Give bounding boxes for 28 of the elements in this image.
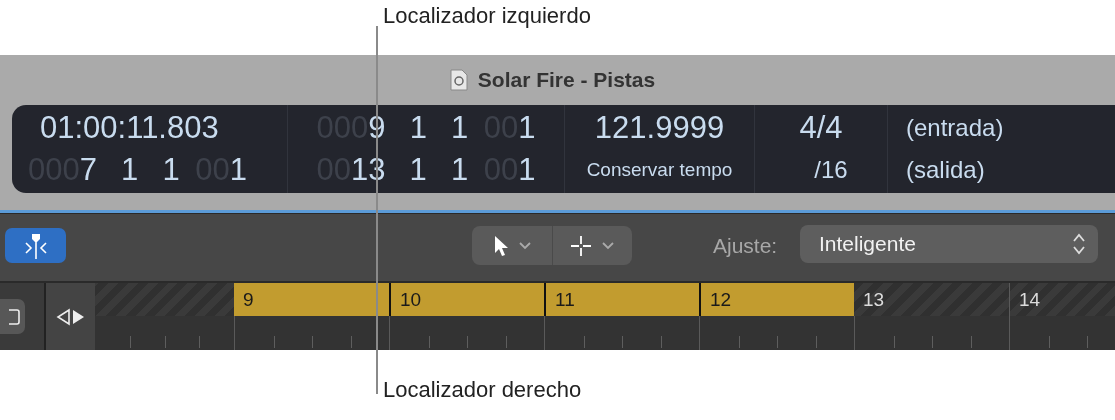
- division-readout: /16: [813, 155, 848, 185]
- input-label: (entrada): [906, 113, 1004, 143]
- window-button[interactable]: [0, 299, 25, 334]
- bar-number: 14: [1019, 288, 1041, 311]
- crosshair-icon: [570, 234, 593, 257]
- snap-select[interactable]: Inteligente: [800, 225, 1098, 263]
- output-label: (salida): [906, 155, 985, 185]
- window-icon: [9, 308, 21, 325]
- callout-label: Localizador izquierdo: [383, 3, 591, 28]
- time-readout: 01:00:11.803: [39, 109, 219, 147]
- tempo-readout: 121.9999: [594, 109, 725, 147]
- pointer-icon: [492, 234, 509, 257]
- catch-button[interactable]: [5, 228, 66, 263]
- bar-number: 11: [555, 288, 575, 311]
- time-signature: 4/4: [799, 109, 843, 147]
- callout-label: Localizador derecho: [383, 377, 582, 402]
- locator-icon: [22, 232, 49, 259]
- bar-number: 13: [863, 288, 885, 311]
- window-title: Solar Fire - Pistas: [477, 68, 656, 92]
- chevron-icon: [518, 241, 531, 250]
- bar-number: 12: [710, 288, 732, 311]
- snap-label: Ajuste:: [713, 234, 778, 258]
- tempo-mode: Conservar tempo: [586, 158, 733, 182]
- document-icon: [449, 69, 468, 91]
- bar-number: 9: [243, 288, 254, 311]
- stepper-icon: [1072, 232, 1086, 256]
- chevron-icon: [602, 241, 615, 250]
- bar-number: 10: [400, 288, 422, 311]
